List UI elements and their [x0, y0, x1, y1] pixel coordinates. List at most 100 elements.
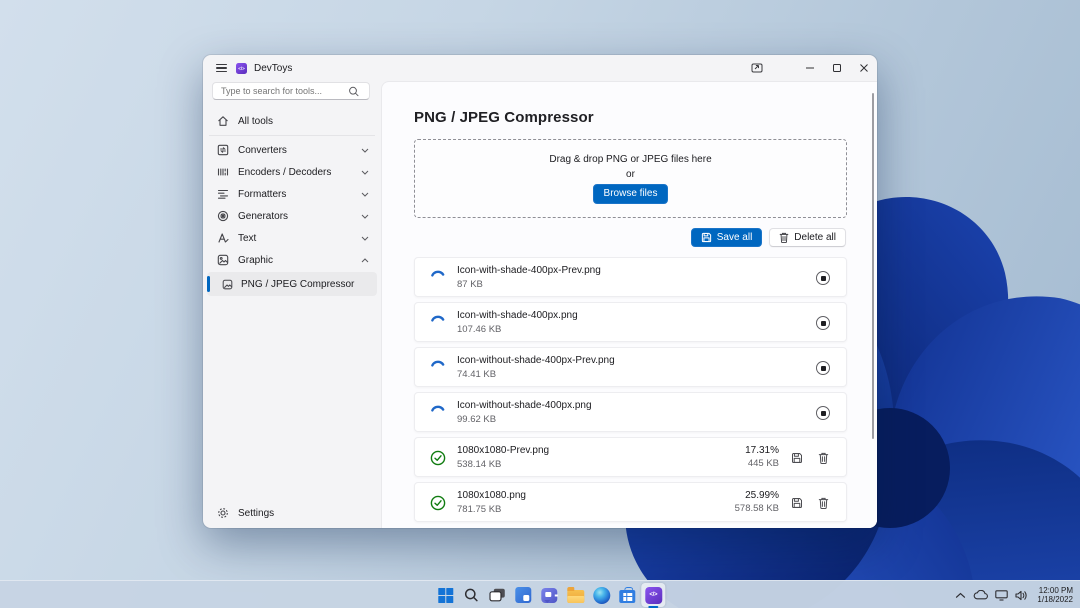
sidebar-item-png-jpeg-compressor-selected[interactable]: PNG / JPEG Compressor	[207, 272, 377, 296]
chevron-down-icon	[361, 214, 369, 219]
sidebar-item-label: Encoders / Decoders	[238, 167, 361, 178]
sidebar-item-graphic[interactable]: Graphic	[207, 249, 377, 271]
titlebar: </> DevToys	[203, 55, 877, 81]
sidebar-item-label: All tools	[238, 116, 369, 127]
compact-overlay-button[interactable]	[743, 55, 770, 81]
file-row: Icon-without-shade-400px-Prev.png 74.41 …	[414, 347, 847, 387]
home-icon	[217, 115, 229, 127]
taskbar-file-explorer-button[interactable]	[563, 583, 587, 607]
desktop: </> DevToys	[0, 0, 1080, 608]
delete-all-label: Delete all	[794, 232, 836, 243]
cancel-compression-button[interactable]	[816, 316, 830, 330]
taskbar-widgets-button[interactable]	[511, 583, 535, 607]
stop-icon	[821, 411, 826, 416]
tool-search-box[interactable]	[212, 82, 370, 100]
generator-icon	[217, 210, 229, 222]
devtoys-window: </> DevToys	[203, 55, 877, 528]
selected-accent-bar	[207, 276, 210, 292]
trash-icon	[818, 497, 829, 509]
close-button[interactable]	[850, 55, 877, 81]
browse-files-button[interactable]: Browse files	[593, 184, 669, 204]
edge-browser-icon	[593, 587, 610, 604]
save-icon	[791, 497, 803, 509]
trash-icon	[779, 232, 789, 243]
encoder-icon	[217, 166, 229, 178]
success-check-icon	[430, 495, 446, 511]
sidebar: All tools Converters Encoders / Decoder	[203, 81, 381, 528]
sidebar-item-label: Text	[238, 233, 361, 244]
chevron-down-icon	[361, 192, 369, 197]
minimize-button[interactable]	[796, 55, 823, 81]
hidden-icons-chevron-icon[interactable]	[955, 592, 966, 599]
sidebar-item-formatters[interactable]: Formatters	[207, 183, 377, 205]
taskbar-edge-button[interactable]	[589, 583, 613, 607]
vertical-scrollbar[interactable]	[872, 93, 875, 439]
selected-tool-label: PNG / JPEG Compressor	[241, 279, 354, 290]
compressed-size: 445 KB	[745, 458, 779, 469]
sidebar-item-generators[interactable]: Generators	[207, 205, 377, 227]
compressed-size: 578.58 KB	[735, 503, 779, 514]
chevron-down-icon	[361, 170, 369, 175]
file-size: 538.14 KB	[457, 459, 501, 470]
taskbar-clock[interactable]: 12:00 PM 1/18/2022	[1034, 586, 1073, 605]
taskbar: </> 12:00 PM 1/18/2022	[0, 580, 1080, 608]
file-explorer-icon	[567, 590, 584, 603]
widgets-icon	[515, 587, 531, 603]
hamburger-menu-button[interactable]	[206, 57, 236, 79]
file-name: Icon-without-shade-400px.png	[457, 400, 592, 411]
search-icon	[347, 86, 363, 97]
save-icon	[701, 232, 712, 243]
file-row: Icon-without-shade-400px.png 99.62 KB	[414, 392, 847, 432]
taskbar-task-view-button[interactable]	[485, 583, 509, 607]
chevron-down-icon	[361, 148, 369, 153]
file-dropzone[interactable]: Drag & drop PNG or JPEG files here or Br…	[414, 139, 847, 218]
sidebar-item-label: Formatters	[238, 189, 361, 200]
window-title: DevToys	[254, 63, 292, 74]
delete-all-button[interactable]: Delete all	[769, 228, 846, 247]
sidebar-nav: All tools Converters Encoders / Decoder	[207, 110, 377, 296]
network-icon[interactable]	[995, 590, 1008, 601]
volume-icon[interactable]	[1015, 590, 1027, 601]
sidebar-item-label: Settings	[238, 508, 369, 519]
clock-date: 1/18/2022	[1037, 595, 1073, 605]
file-row: 1080x1080-Prev.png 538.14 KB 17.31% 445 …	[414, 437, 847, 477]
sidebar-item-settings[interactable]: Settings	[207, 502, 377, 524]
sidebar-item-converters[interactable]: Converters	[207, 139, 377, 161]
dropzone-instruction: Drag & drop PNG or JPEG files here	[549, 154, 711, 165]
save-file-button[interactable]	[790, 496, 804, 510]
gear-icon	[217, 507, 229, 519]
task-view-icon	[489, 588, 505, 602]
delete-file-button[interactable]	[816, 451, 830, 465]
system-tray: 12:00 PM 1/18/2022	[955, 581, 1080, 608]
stop-icon	[821, 366, 826, 371]
save-icon	[791, 452, 803, 464]
taskbar-search-button[interactable]	[459, 583, 483, 607]
sidebar-item-label: Graphic	[238, 255, 361, 266]
sidebar-item-text[interactable]: Text	[207, 227, 377, 249]
cancel-compression-button[interactable]	[816, 271, 830, 285]
text-icon	[217, 232, 229, 244]
stop-icon	[821, 321, 826, 326]
save-all-button[interactable]: Save all	[691, 228, 763, 247]
image-icon	[222, 279, 233, 290]
formatter-icon	[217, 188, 229, 200]
cancel-compression-button[interactable]	[816, 406, 830, 420]
search-input[interactable]	[213, 86, 347, 96]
taskbar-store-button[interactable]	[615, 583, 639, 607]
taskbar-start-button[interactable]	[433, 583, 457, 607]
save-file-button[interactable]	[790, 451, 804, 465]
sidebar-item-all-tools[interactable]: All tools	[207, 110, 377, 132]
compression-ratio: 17.31%	[745, 445, 779, 456]
taskbar-chat-button[interactable]	[537, 583, 561, 607]
devtoys-icon: </>	[645, 587, 662, 604]
onedrive-cloud-icon[interactable]	[973, 590, 988, 600]
actions-toolbar: Save all Delete all	[691, 228, 846, 247]
devtoys-logo-icon: </>	[236, 63, 247, 74]
file-name: 1080x1080.png	[457, 490, 526, 501]
maximize-button[interactable]	[823, 55, 850, 81]
sidebar-item-encoders-decoders[interactable]: Encoders / Decoders	[207, 161, 377, 183]
delete-file-button[interactable]	[816, 496, 830, 510]
taskbar-devtoys-button[interactable]: </>	[641, 583, 665, 607]
chevron-up-icon	[361, 258, 369, 263]
cancel-compression-button[interactable]	[816, 361, 830, 375]
